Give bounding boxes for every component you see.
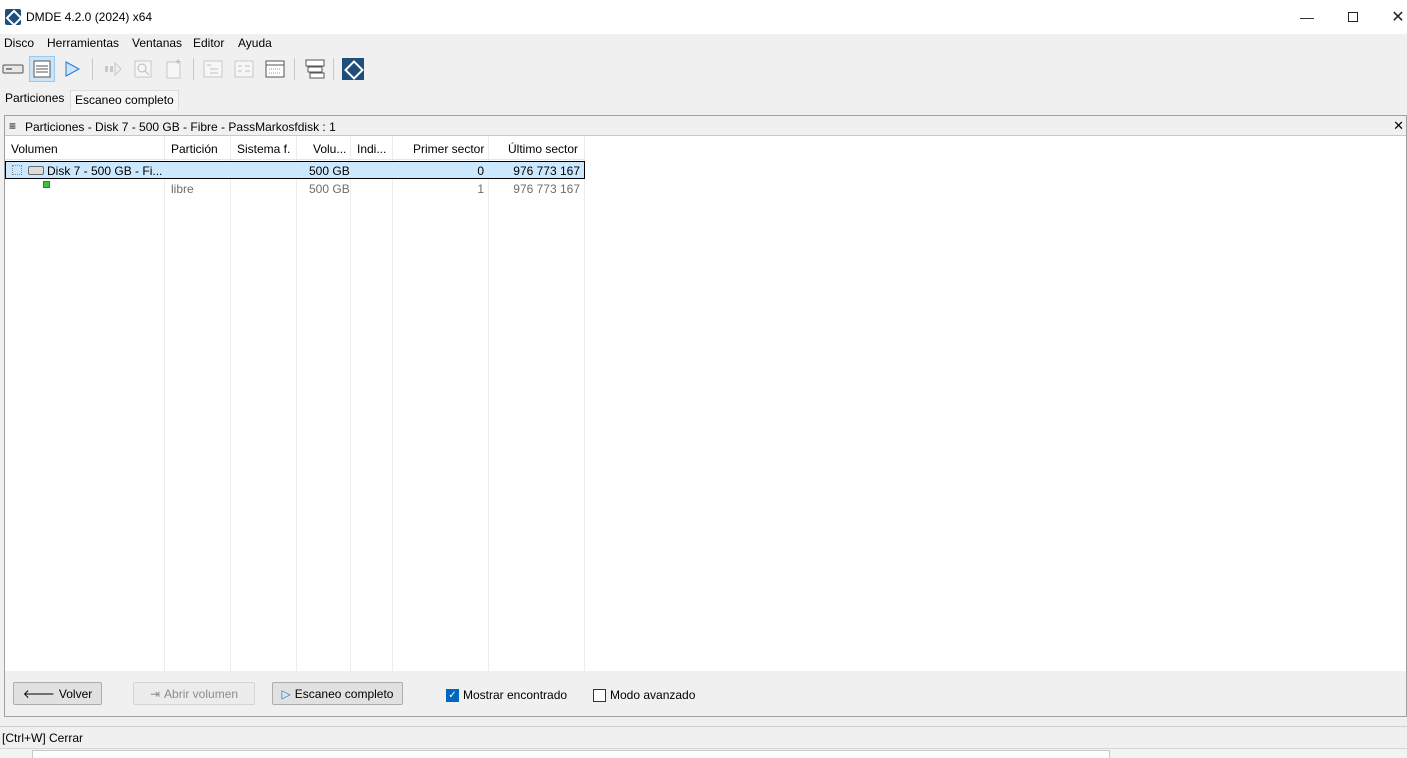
maximize-button[interactable] <box>1330 0 1376 34</box>
panel-menu-icon[interactable]: ≡ <box>9 119 16 133</box>
tab-escaneo-completo[interactable]: Escaneo completo <box>70 90 179 110</box>
status-text: [Ctrl+W] Cerrar <box>2 731 83 745</box>
cell-particion: libre <box>171 182 194 196</box>
toolbar-separator <box>92 58 93 80</box>
drive-button[interactable] <box>0 56 26 82</box>
column-divider <box>230 136 231 671</box>
step-button[interactable] <box>100 56 126 82</box>
step-icon <box>105 61 122 77</box>
toolbar-separator <box>193 58 194 80</box>
tree-view-button[interactable] <box>200 56 226 82</box>
cell-primer-sector: 1 <box>477 182 484 196</box>
play-icon <box>65 61 81 77</box>
search-button[interactable] <box>130 56 156 82</box>
column-divider <box>296 136 297 671</box>
scan-toolbar-button[interactable] <box>59 56 85 82</box>
menu-bar: Disco Herramientas Ventanas Editor Ayuda <box>0 34 1407 52</box>
dmde-app-icon <box>5 9 21 25</box>
column-header-volumen-size[interactable]: Volu... <box>313 142 346 156</box>
column-header-primer-sector[interactable]: Primer sector <box>413 142 484 156</box>
toolbar-separator <box>294 58 295 80</box>
menu-herramientas[interactable]: Herramientas <box>47 36 119 50</box>
back-button-label: Volver <box>58 686 93 701</box>
drive-icon <box>2 64 24 74</box>
dmde-logo-button[interactable] <box>340 56 366 82</box>
advanced-mode-checkbox[interactable]: Modo avanzado <box>593 688 695 702</box>
bottom-scrollbar[interactable] <box>0 748 1407 758</box>
dmde-logo-icon <box>342 58 364 80</box>
show-found-label: Mostrar encontrado <box>463 688 568 702</box>
column-divider <box>164 136 165 671</box>
back-button[interactable]: 🡐 Volver <box>13 682 102 705</box>
partitions-panel: ≡ Particiones - Disk 7 - 500 GB - Fibre … <box>4 115 1407 717</box>
tab-strip: Particiones Escaneo completo <box>0 88 1407 110</box>
checkbox-unchecked-icon <box>593 688 606 702</box>
advanced-mode-label: Modo avanzado <box>610 688 696 702</box>
cell-volumen-size: 500 GB <box>309 164 350 178</box>
menu-disco[interactable]: Disco <box>4 36 34 50</box>
show-found-checkbox[interactable]: ✓ Mostrar encontrado <box>446 688 567 702</box>
window-title: DMDE 4.2.0 (2024) x64 <box>26 10 153 24</box>
full-scan-button[interactable]: ▷ Escaneo completo <box>272 682 403 705</box>
tab-particiones[interactable]: Particiones <box>0 88 70 110</box>
expand-toggle[interactable] <box>12 165 22 175</box>
list-icon <box>234 60 254 78</box>
panels-button[interactable] <box>302 56 328 82</box>
column-divider <box>584 136 585 671</box>
scrollbar-thumb[interactable] <box>32 750 1110 758</box>
panel-actions: 🡐 Volver ⇥ Abrir volumen ▷ Escaneo compl… <box>5 671 1406 716</box>
cell-ultimo-sector: 976 773 167 <box>513 182 580 196</box>
cell-ultimo-sector: 976 773 167 <box>513 164 580 178</box>
open-volume-label: Abrir volumen <box>164 686 239 701</box>
column-header-volumen[interactable]: Volumen <box>11 142 58 156</box>
table-header: Volumen Partición Sistema f. Volu... Ind… <box>5 136 585 160</box>
title-bar[interactable]: DMDE 4.2.0 (2024) x64 — ✕ <box>0 0 1407 34</box>
new-file-button[interactable] <box>161 56 187 82</box>
partitions-table[interactable]: Volumen Partición Sistema f. Volu... Ind… <box>5 136 1406 671</box>
partitions-list-icon <box>33 60 51 78</box>
cell-volumen-size: 500 GB <box>309 182 350 196</box>
tree-icon <box>203 60 223 78</box>
maximize-icon <box>1348 12 1358 22</box>
table-row[interactable]: Disk 7 - 500 GB - Fi... 500 GB 0 976 773… <box>5 161 585 179</box>
grid-icon <box>265 60 285 78</box>
toolbar <box>0 52 1407 86</box>
panel-title: Particiones - Disk 7 - 500 GB - Fibre - … <box>25 120 336 134</box>
cell-volumen: Disk 7 - 500 GB - Fi... <box>47 164 163 178</box>
open-volume-icon: ⇥ <box>149 686 161 701</box>
table-row[interactable]: libre 500 GB 1 976 773 167 <box>5 180 585 198</box>
open-volume-button[interactable]: ⇥ Abrir volumen <box>133 682 255 705</box>
list-view-button[interactable] <box>231 56 257 82</box>
column-divider <box>488 136 489 671</box>
new-file-icon <box>166 59 181 79</box>
status-bar: [Ctrl+W] Cerrar <box>0 726 1407 748</box>
column-header-ultimo-sector[interactable]: Último sector <box>508 142 578 156</box>
column-header-indicadores[interactable]: Indi... <box>357 142 386 156</box>
checkbox-checked-icon: ✓ <box>446 688 459 702</box>
panel-close-icon[interactable]: ✕ <box>1393 118 1404 134</box>
grid-view-button[interactable] <box>262 56 288 82</box>
panels-icon <box>305 59 325 79</box>
search-icon <box>134 60 152 78</box>
free-space-icon <box>43 181 50 188</box>
column-header-particion[interactable]: Partición <box>171 142 218 156</box>
close-window-button[interactable]: ✕ <box>1375 0 1407 34</box>
menu-ayuda[interactable]: Ayuda <box>238 36 272 50</box>
menu-ventanas[interactable]: Ventanas <box>132 36 182 50</box>
full-scan-label: Escaneo completo <box>294 686 394 701</box>
play-icon: ▷ <box>281 686 291 701</box>
cell-primer-sector: 0 <box>477 164 484 178</box>
column-divider <box>392 136 393 671</box>
toolbar-separator <box>333 58 334 80</box>
disk-icon <box>28 166 44 175</box>
column-header-sistema[interactable]: Sistema f. <box>237 142 290 156</box>
column-divider <box>350 136 351 671</box>
arrow-left-icon: 🡐 <box>22 687 55 701</box>
minimize-button[interactable]: — <box>1284 0 1330 34</box>
panel-header: ≡ Particiones - Disk 7 - 500 GB - Fibre … <box>5 116 1406 136</box>
menu-editor[interactable]: Editor <box>193 36 224 50</box>
partitions-button[interactable] <box>29 56 55 82</box>
